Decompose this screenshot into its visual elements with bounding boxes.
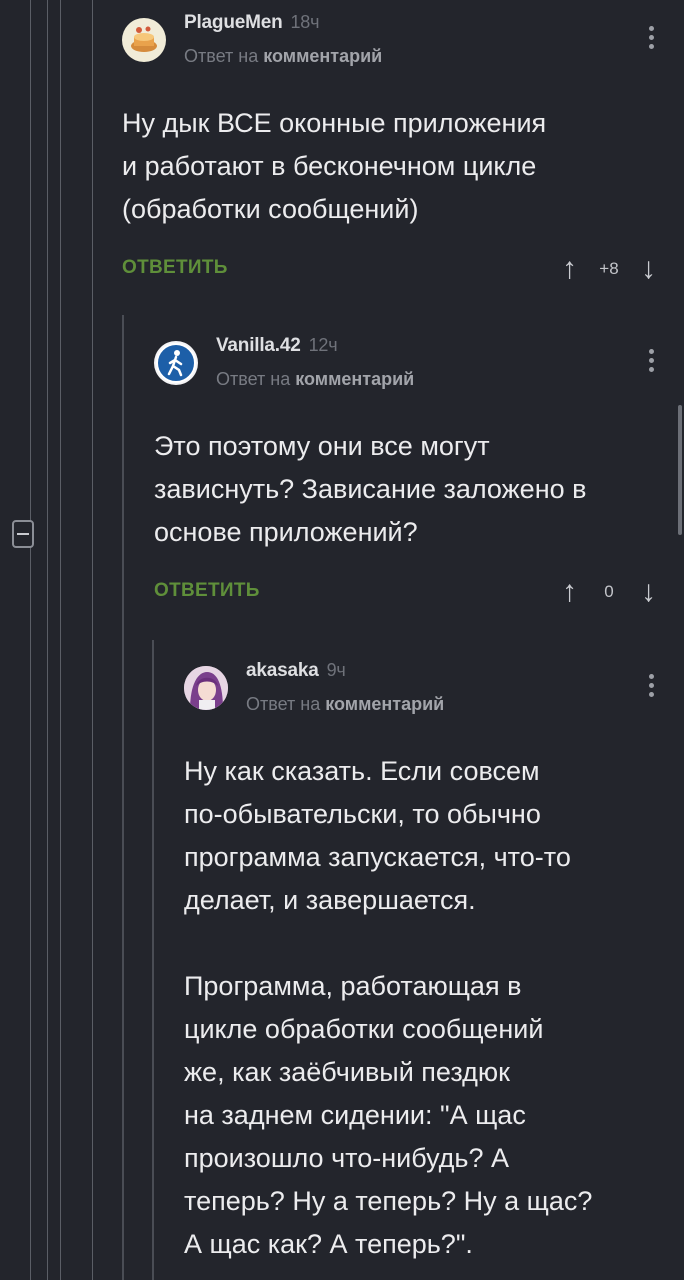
reply-to-link[interactable]: комментарий bbox=[325, 694, 444, 714]
upvote-arrow-icon[interactable]: ↑ bbox=[562, 249, 577, 289]
comment-text: Это поэтому они все могут зависнуть? Зави… bbox=[154, 431, 587, 547]
thread-guide-line bbox=[60, 0, 61, 1280]
reply-button[interactable]: ОТВЕТИТЬ bbox=[122, 257, 228, 279]
comment-time: 9ч bbox=[326, 660, 346, 680]
comment-time: 12ч bbox=[308, 335, 338, 355]
more-options-icon[interactable] bbox=[646, 349, 656, 372]
walking-person-icon bbox=[156, 343, 196, 383]
reply-button[interactable]: ОТВЕТИТЬ bbox=[154, 580, 260, 602]
thread-line bbox=[152, 640, 154, 1280]
comment-text: Ну как сказать. Если совсем по-обывательс… bbox=[184, 756, 593, 1259]
comment-author[interactable]: akasaka 9ч bbox=[246, 660, 346, 682]
user-avatar[interactable] bbox=[184, 666, 228, 710]
reply-to: Ответ на комментарий bbox=[246, 694, 445, 714]
anime-girl-icon bbox=[184, 666, 228, 710]
downvote-arrow-icon[interactable]: ↓ bbox=[641, 249, 656, 289]
reply-to: Ответ на комментарий bbox=[216, 369, 415, 389]
vote-controls: ↑ +8 ↓ bbox=[562, 249, 656, 289]
comment-header: Vanilla.42 12ч Ответ на комментарий bbox=[154, 335, 656, 405]
pie-icon bbox=[131, 26, 157, 52]
vote-count: 0 bbox=[604, 582, 614, 601]
comment-actions: ОТВЕТИТЬ ↑ +8 ↓ bbox=[122, 249, 656, 289]
user-avatar[interactable] bbox=[122, 18, 166, 62]
downvote-arrow-icon[interactable]: ↓ bbox=[641, 572, 656, 612]
comment-time: 18ч bbox=[290, 12, 320, 32]
comment-actions: ОТВЕТИТЬ ↑ 0 ↓ bbox=[154, 572, 656, 612]
comment-header: PlagueMen 18ч Ответ на комментарий bbox=[122, 12, 656, 82]
collapse-thread-button[interactable] bbox=[12, 520, 34, 548]
vote-controls: ↑ 0 ↓ bbox=[562, 572, 656, 612]
thread-guide-line bbox=[47, 0, 48, 1280]
comment-author[interactable]: Vanilla.42 12ч bbox=[216, 335, 338, 357]
reply-to-link[interactable]: комментарий bbox=[263, 46, 382, 66]
reply-to: Ответ на комментарий bbox=[184, 46, 383, 66]
thread-line bbox=[122, 315, 124, 1280]
comment-author[interactable]: PlagueMen 18ч bbox=[184, 12, 320, 34]
comment: PlagueMen 18ч Ответ на комментарий Ну дык… bbox=[122, 12, 656, 289]
minus-icon bbox=[17, 533, 29, 535]
thread-guide-line bbox=[30, 0, 31, 1280]
scrollbar[interactable] bbox=[678, 405, 682, 535]
comment: akasaka 9ч Ответ на комментарий Ну как ск… bbox=[184, 660, 656, 1266]
more-options-icon[interactable] bbox=[646, 26, 656, 49]
thread-guide-line bbox=[92, 0, 93, 1280]
upvote-arrow-icon[interactable]: ↑ bbox=[562, 572, 577, 612]
comment: Vanilla.42 12ч Ответ на комментарий Это п… bbox=[154, 335, 656, 612]
user-avatar[interactable] bbox=[154, 341, 198, 385]
reply-to-link[interactable]: комментарий bbox=[295, 369, 414, 389]
comment-header: akasaka 9ч Ответ на комментарий bbox=[184, 660, 656, 730]
more-options-icon[interactable] bbox=[646, 674, 656, 697]
vote-count: +8 bbox=[599, 259, 619, 278]
comment-text: Ну дык ВСЕ оконные приложения и работают … bbox=[122, 108, 547, 224]
